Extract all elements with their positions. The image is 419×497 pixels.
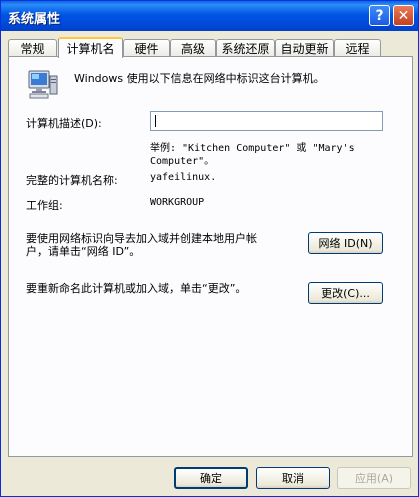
title-bar[interactable]: 系统属性 ? ✕ <box>1 1 418 31</box>
cancel-button[interactable]: 取消 <box>256 467 330 489</box>
tab-label: 自动更新 <box>280 41 329 56</box>
system-properties-window: 系统属性 ? ✕ 常规 计算机名 硬件 高级 系统还原 自动更新 远程 Wind… <box>0 0 419 497</box>
tab-label: 远程 <box>345 41 370 56</box>
tab-remote[interactable]: 远程 <box>334 39 381 56</box>
tab-automatic-updates[interactable]: 自动更新 <box>275 39 334 56</box>
computer-description-label: 计算机描述(D): <box>26 117 102 130</box>
help-button[interactable]: ? <box>369 5 390 26</box>
network-id-description-line2: 户，请单击“网络 ID”。 <box>26 245 141 258</box>
full-name-label: 完整的计算机名称: <box>26 174 118 187</box>
apply-button[interactable]: 应用(A) <box>337 467 411 489</box>
close-button[interactable]: ✕ <box>393 5 414 26</box>
tab-strip: 常规 计算机名 硬件 高级 系统还原 自动更新 远程 <box>8 37 412 58</box>
apply-button-label: 应用(A) <box>354 472 394 485</box>
cancel-button-label: 取消 <box>282 472 304 485</box>
tab-label: 高级 <box>180 41 205 56</box>
network-id-button-label: 网络 ID(N) <box>318 237 373 250</box>
tab-label: 硬件 <box>134 41 159 56</box>
window-title: 系统属性 <box>8 12 61 27</box>
tab-label: 常规 <box>20 41 45 56</box>
workgroup-label: 工作组: <box>26 199 63 212</box>
tab-label: 计算机名 <box>66 42 115 56</box>
tab-general[interactable]: 常规 <box>8 39 57 56</box>
full-name-value: yafeilinux. <box>150 172 217 183</box>
computer-description-input[interactable] <box>150 111 383 131</box>
tab-advanced[interactable]: 高级 <box>170 39 216 56</box>
change-button-label: 更改(C)... <box>321 287 370 300</box>
help-icon: ? <box>375 7 384 24</box>
text-caret <box>155 115 156 127</box>
change-button[interactable]: 更改(C)... <box>308 282 383 304</box>
network-id-button[interactable]: 网络 ID(N) <box>308 232 383 254</box>
example-text-line2: Computer"。 <box>150 156 215 167</box>
tab-hardware[interactable]: 硬件 <box>123 39 170 56</box>
intro-text: Windows 使用以下信息在网络中标识这台计算机。 <box>74 72 325 85</box>
tab-computer-name[interactable]: 计算机名 <box>58 37 123 58</box>
close-icon: ✕ <box>397 7 410 24</box>
tab-label: 系统还原 <box>221 41 270 56</box>
ok-button[interactable]: 确定 <box>174 467 248 489</box>
workgroup-value: WORKGROUP <box>150 197 205 208</box>
rename-description: 要重新命名此计算机或加入域，单击“更改”。 <box>26 282 247 295</box>
computer-name-panel: Windows 使用以下信息在网络中标识这台计算机。 计算机描述(D): 举例:… <box>8 56 413 457</box>
computer-icon <box>28 70 58 99</box>
tab-system-restore[interactable]: 系统还原 <box>216 39 275 56</box>
ok-button-label: 确定 <box>200 472 222 485</box>
